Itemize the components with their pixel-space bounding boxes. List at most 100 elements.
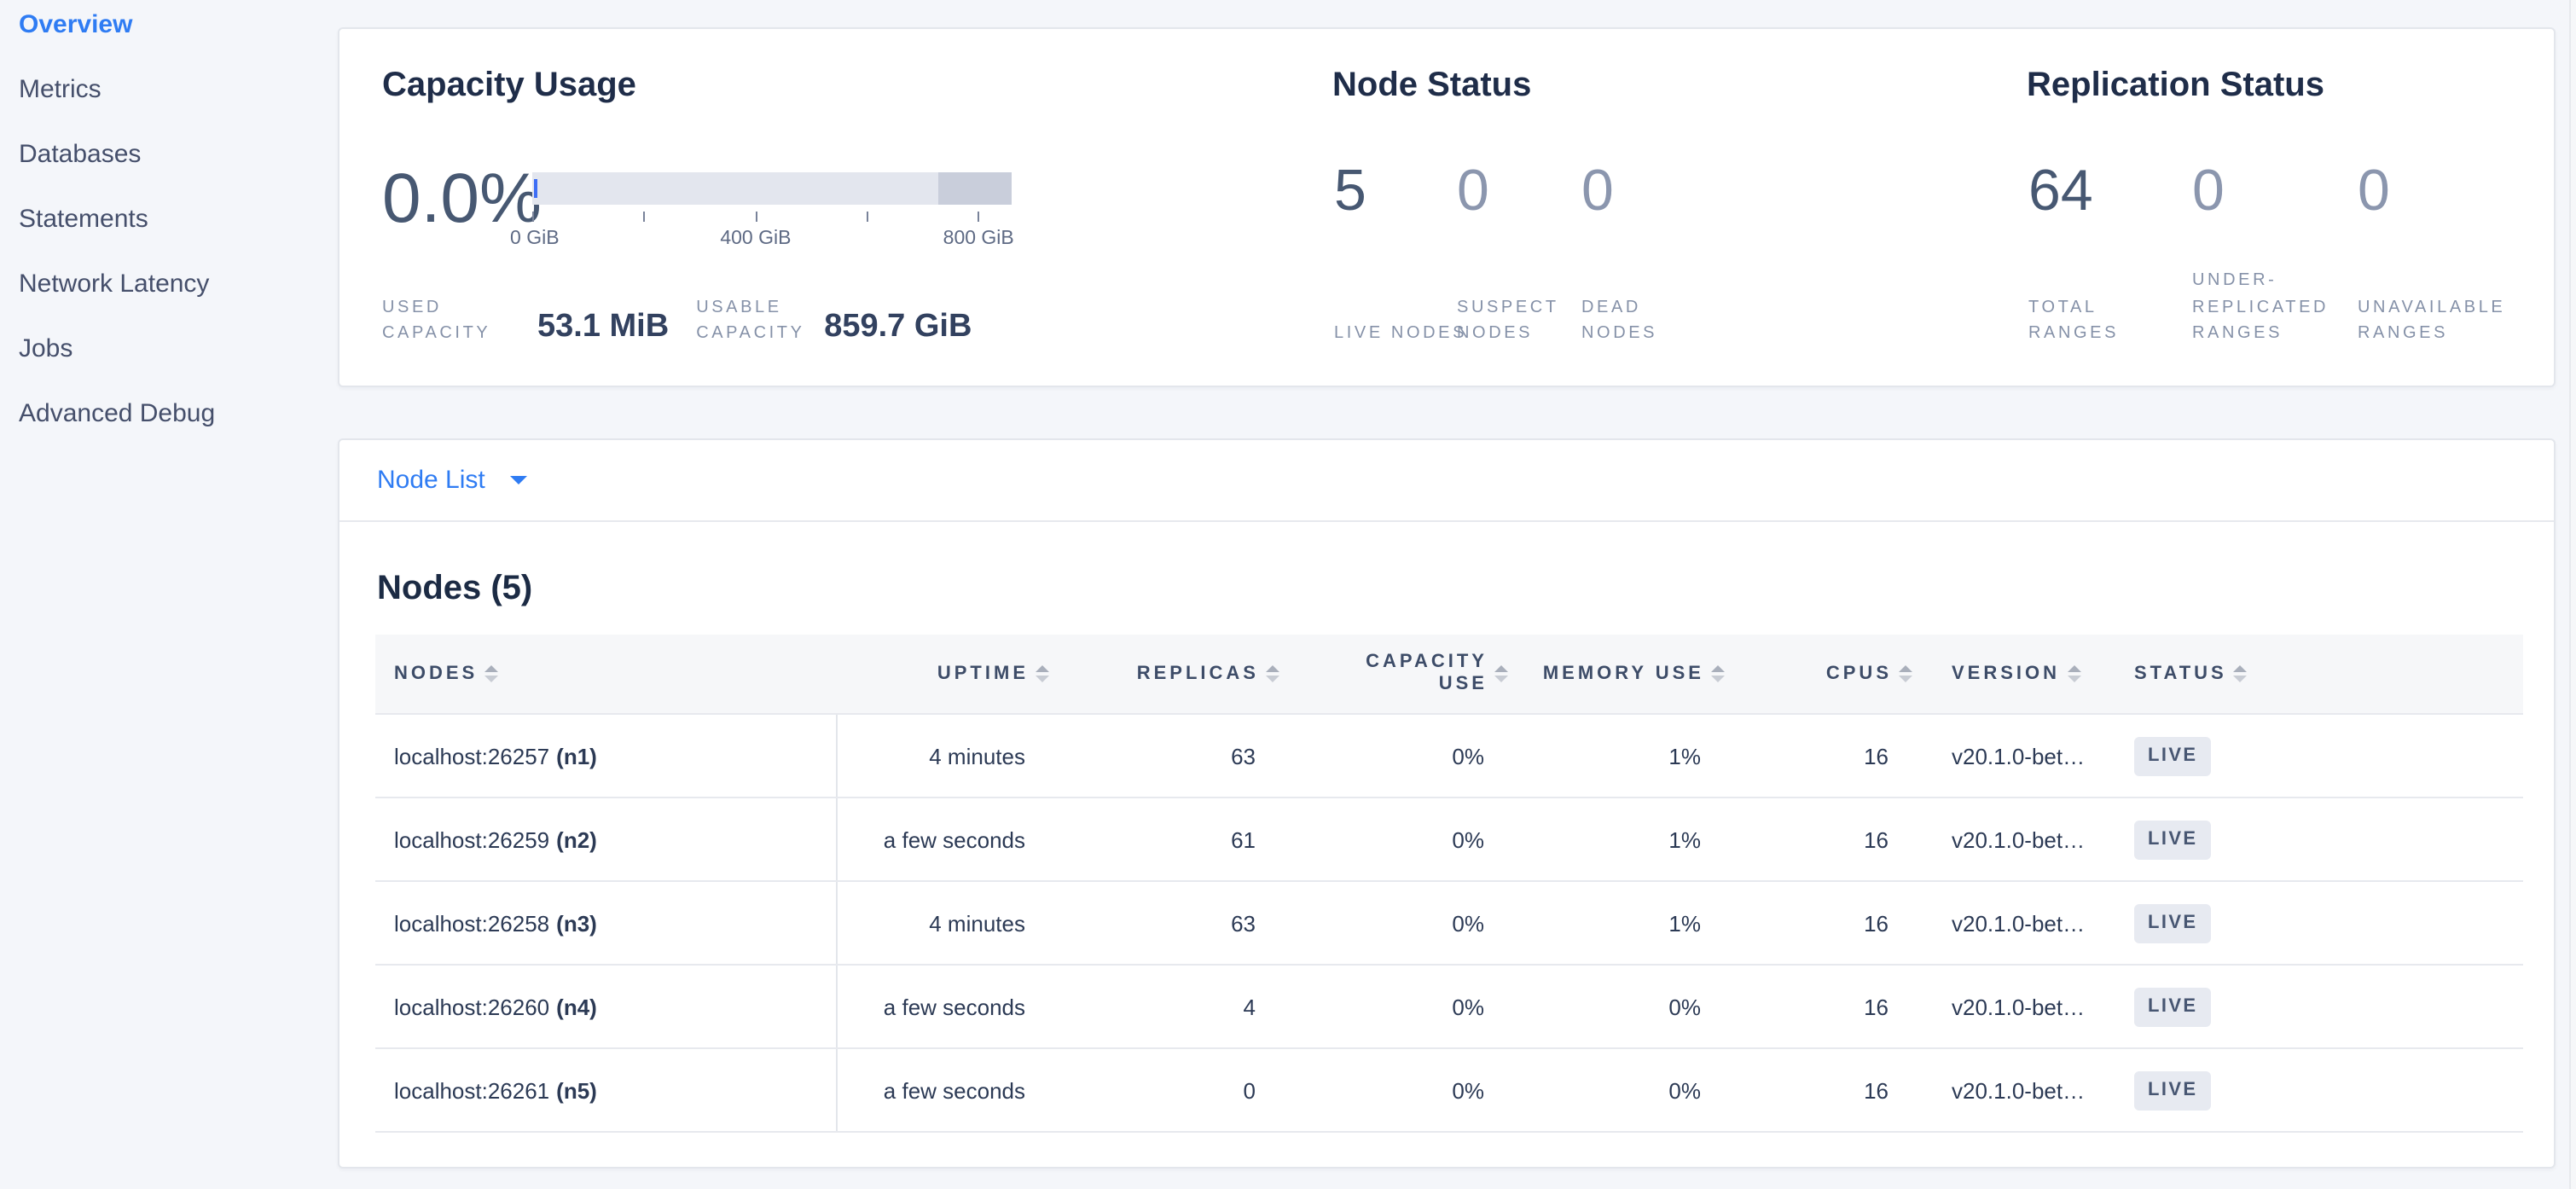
version-cell: v20.1.0-bet… xyxy=(1919,1049,2127,1131)
under-replicated-stat: 0 UNDER-REPLICATED RANGES xyxy=(2192,157,2349,346)
cpus-cell: 16 xyxy=(1732,798,1919,880)
version-cell: v20.1.0-bet… xyxy=(1919,882,2127,964)
axis-tick xyxy=(644,212,646,222)
sidebar-item-databases[interactable]: Databases xyxy=(0,123,334,188)
node-list-dropdown[interactable]: Node List xyxy=(339,440,2554,522)
axis-tick xyxy=(867,212,868,222)
total-ranges-stat: 64 TOTAL RANGES xyxy=(2028,157,2185,346)
column-label: UPTIME xyxy=(937,664,1029,684)
capacity-stats-row: USED CAPACITY 53.1 MiB USABLE CAPACITY 8… xyxy=(382,278,972,346)
sidebar-item-overview[interactable]: Overview xyxy=(0,0,334,58)
column-header-status[interactable]: STATUS xyxy=(2127,635,2523,713)
dead-nodes-value: 0 xyxy=(1581,157,1738,225)
replicas-cell: 63 xyxy=(1056,715,1286,797)
column-header-memory-use[interactable]: MEMORY USE xyxy=(1515,635,1732,713)
sort-icon xyxy=(1711,665,1725,683)
sidebar-item-metrics[interactable]: Metrics xyxy=(0,58,334,123)
cpus-cell: 16 xyxy=(1732,966,1919,1047)
column-header-replicas[interactable]: REPLICAS xyxy=(1056,635,1286,713)
unavailable-ranges-stat: 0 UNAVAILABLE RANGES xyxy=(2358,157,2515,346)
axis-label-0gib: 0 GiB xyxy=(510,227,560,251)
replicas-cell: 63 xyxy=(1056,882,1286,964)
memory-cell: 1% xyxy=(1515,798,1732,880)
node-list-dropdown-label: Node List xyxy=(377,466,485,495)
sort-icon xyxy=(484,665,498,683)
status-badge: LIVE xyxy=(2134,820,2212,859)
node-id: (n2) xyxy=(556,826,597,852)
uptime-cell: a few seconds xyxy=(838,966,1056,1047)
status-badge: LIVE xyxy=(2134,987,2212,1026)
cpus-cell: 16 xyxy=(1732,715,1919,797)
table-row[interactable]: localhost:26260 (n4) a few seconds 4 0% … xyxy=(375,966,2523,1049)
table-header-row: NODES UPTIME REPLICAS CAPACITY USE MEMOR… xyxy=(375,635,2523,715)
status-cell: LIVE xyxy=(2127,882,2523,964)
node-address-cell[interactable]: localhost:26260 (n4) xyxy=(375,966,838,1047)
scrollbar[interactable] xyxy=(2569,0,2576,1189)
uptime-cell: a few seconds xyxy=(838,1049,1056,1131)
caret-down-icon xyxy=(511,476,528,484)
axis-tick xyxy=(532,212,534,222)
replicas-cell: 4 xyxy=(1056,966,1286,1047)
total-ranges-label: TOTAL RANGES xyxy=(2028,294,2165,346)
version-cell: v20.1.0-bet… xyxy=(1919,966,2127,1047)
capacity-cell: 0% xyxy=(1286,882,1515,964)
memory-cell: 1% xyxy=(1515,715,1732,797)
unavailable-ranges-value: 0 xyxy=(2358,157,2515,225)
sidebar-item-network-latency[interactable]: Network Latency xyxy=(0,252,334,317)
axis-tick xyxy=(978,212,980,222)
capacity-reserved-segment xyxy=(937,172,1012,205)
column-header-uptime[interactable]: UPTIME xyxy=(838,635,1056,713)
column-label: CPUS xyxy=(1826,664,1892,684)
cluster-summary-card: Capacity Usage 0.0% 0 GiB 400 GiB 800 Gi… xyxy=(338,27,2556,387)
node-id: (n4) xyxy=(556,994,597,1019)
axis-label-800gib: 800 GiB xyxy=(943,227,1014,251)
column-header-nodes[interactable]: NODES xyxy=(375,635,838,713)
sort-icon xyxy=(1494,665,1508,683)
memory-cell: 0% xyxy=(1515,1049,1732,1131)
node-address-cell[interactable]: localhost:26259 (n2) xyxy=(375,798,838,880)
sidebar-item-jobs[interactable]: Jobs xyxy=(0,317,334,382)
table-row[interactable]: localhost:26261 (n5) a few seconds 0 0% … xyxy=(375,1049,2523,1133)
used-capacity-label: USED CAPACITY xyxy=(382,294,491,346)
version-cell: v20.1.0-bet… xyxy=(1919,715,2127,797)
status-cell: LIVE xyxy=(2127,1049,2523,1131)
node-id: (n1) xyxy=(556,743,597,768)
table-row[interactable]: localhost:26258 (n3) 4 minutes 63 0% 1% … xyxy=(375,882,2523,966)
axis-label-400gib: 400 GiB xyxy=(720,227,791,251)
nodes-table: NODES UPTIME REPLICAS CAPACITY USE MEMOR… xyxy=(375,635,2523,1133)
unavailable-ranges-label: UNAVAILABLE RANGES xyxy=(2358,294,2494,346)
node-address: localhost:26257 xyxy=(394,743,549,768)
status-badge: LIVE xyxy=(2134,1070,2212,1110)
node-address-cell[interactable]: localhost:26257 (n1) xyxy=(375,715,838,797)
status-cell: LIVE xyxy=(2127,966,2523,1047)
uptime-cell: 4 minutes xyxy=(838,715,1056,797)
node-address: localhost:26261 xyxy=(394,1077,549,1103)
under-replicated-value: 0 xyxy=(2192,157,2349,225)
node-address-cell[interactable]: localhost:26258 (n3) xyxy=(375,882,838,964)
uptime-cell: a few seconds xyxy=(838,798,1056,880)
capacity-percent: 0.0% xyxy=(382,160,542,235)
total-ranges-value: 64 xyxy=(2028,157,2185,225)
sidebar-item-advanced-debug[interactable]: Advanced Debug xyxy=(0,382,334,447)
column-header-capacity-use[interactable]: CAPACITY USE xyxy=(1286,635,1515,713)
sidebar: Overview Metrics Databases Statements Ne… xyxy=(0,0,334,447)
usable-capacity-value: 859.7 GiB xyxy=(824,309,972,346)
node-address: localhost:26258 xyxy=(394,910,549,936)
node-address-cell[interactable]: localhost:26261 (n5) xyxy=(375,1049,838,1131)
usable-capacity-label: USABLE CAPACITY xyxy=(696,294,805,346)
column-label: CAPACITY USE xyxy=(1358,652,1488,696)
status-badge: LIVE xyxy=(2134,736,2212,775)
sidebar-item-statements[interactable]: Statements xyxy=(0,188,334,252)
table-row[interactable]: localhost:26257 (n1) 4 minutes 63 0% 1% … xyxy=(375,715,2523,798)
column-label: STATUS xyxy=(2134,664,2227,684)
live-nodes-label: LIVE NODES xyxy=(1334,321,1471,346)
column-header-cpus[interactable]: CPUS xyxy=(1732,635,1919,713)
suspect-nodes-label: SUSPECT NODES xyxy=(1457,294,1593,346)
status-badge: LIVE xyxy=(2134,903,2212,942)
replication-status-title: Replication Status xyxy=(2027,65,2324,106)
table-row[interactable]: localhost:26259 (n2) a few seconds 61 0%… xyxy=(375,798,2523,882)
column-header-version[interactable]: VERSION xyxy=(1919,635,2127,713)
capacity-cell: 0% xyxy=(1286,966,1515,1047)
under-replicated-label: UNDER-REPLICATED RANGES xyxy=(2192,269,2329,346)
capacity-usage-bar: 0 GiB 400 GiB 800 GiB xyxy=(532,172,1012,205)
